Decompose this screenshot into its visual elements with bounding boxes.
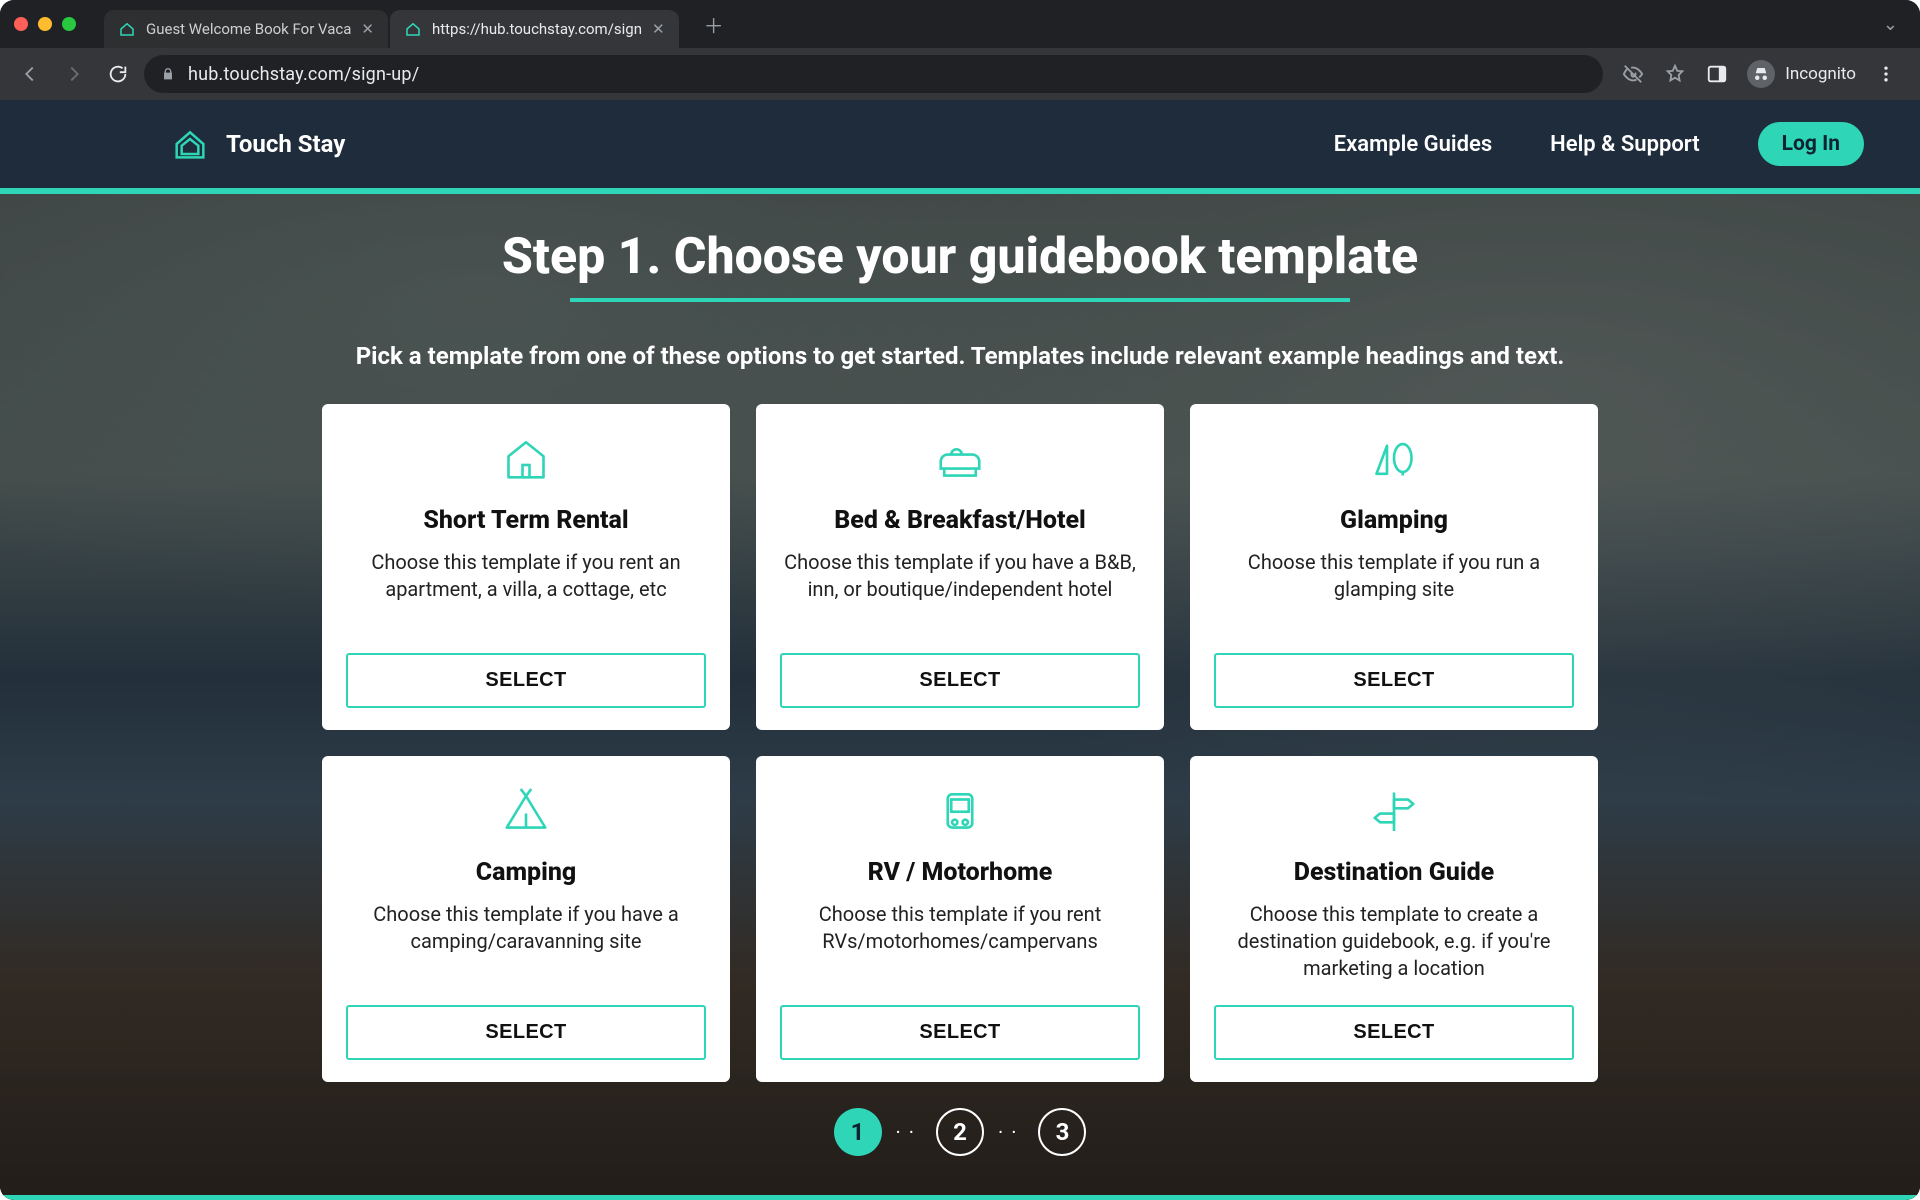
incognito-chip[interactable]: Incognito — [1747, 60, 1856, 88]
select-button[interactable]: SELECT — [780, 653, 1140, 708]
close-window-button[interactable] — [14, 17, 28, 31]
step-indicator: 1 ·· 2 ·· 3 — [834, 1108, 1087, 1156]
tab-strip: Guest Welcome Book For Vaca ✕ https://hu… — [0, 0, 1920, 48]
url-text: hub.touchstay.com/sign-up/ — [188, 64, 419, 85]
tab-signup[interactable]: https://hub.touchstay.com/sign ✕ — [390, 10, 679, 48]
title-underline — [570, 298, 1350, 302]
glamping-icon — [1362, 426, 1426, 490]
site-header: Touch Stay Example Guides Help & Support… — [0, 100, 1920, 188]
template-card-bnb-hotel: Bed & Breakfast/Hotel Choose this templa… — [756, 404, 1164, 730]
card-title: Destination Guide — [1294, 858, 1494, 887]
template-card-destination-guide: Destination Guide Choose this template t… — [1190, 756, 1598, 1082]
toolbar-right: Incognito — [1611, 60, 1908, 88]
template-card-camping: Camping Choose this template if you have… — [322, 756, 730, 1082]
address-bar[interactable]: hub.touchstay.com/sign-up/ — [144, 55, 1603, 93]
select-button[interactable]: SELECT — [780, 1005, 1140, 1060]
page-title: Step 1. Choose your guidebook template — [502, 228, 1418, 286]
back-button[interactable] — [12, 56, 48, 92]
select-button[interactable]: SELECT — [346, 653, 706, 708]
page-subtitle: Pick a template from one of these option… — [356, 342, 1565, 370]
step-dots: ·· — [896, 1120, 922, 1144]
browser-window: Guest Welcome Book For Vaca ✕ https://hu… — [0, 0, 1920, 1200]
card-title: RV / Motorhome — [868, 858, 1053, 887]
favicon-touchstay-icon — [404, 20, 422, 38]
template-card-glamping: Glamping Choose this template if you run… — [1190, 404, 1598, 730]
tab-title: Guest Welcome Book For Vaca — [146, 20, 351, 38]
header-nav: Example Guides Help & Support Log In — [1334, 122, 1864, 166]
select-button[interactable]: SELECT — [1214, 1005, 1574, 1060]
brand-logo-icon — [170, 124, 210, 164]
template-cards: Short Term Rental Choose this template i… — [322, 404, 1598, 1082]
step-3[interactable]: 3 — [1038, 1108, 1086, 1156]
tabs: Guest Welcome Book For Vaca ✕ https://hu… — [104, 0, 681, 48]
close-tab-icon[interactable]: ✕ — [652, 20, 665, 38]
house-icon — [494, 426, 558, 490]
fullscreen-window-button[interactable] — [62, 17, 76, 31]
card-desc: Choose this template if you rent RVs/mot… — [780, 901, 1140, 955]
incognito-icon — [1747, 60, 1775, 88]
card-title: Camping — [476, 858, 577, 887]
nav-example-guides[interactable]: Example Guides — [1334, 132, 1492, 157]
step-2[interactable]: 2 — [936, 1108, 984, 1156]
template-card-short-term-rental: Short Term Rental Choose this template i… — [322, 404, 730, 730]
new-tab-button[interactable]: ＋ — [699, 9, 729, 39]
card-title: Glamping — [1340, 506, 1448, 535]
minimize-window-button[interactable] — [38, 17, 52, 31]
nav-help-support[interactable]: Help & Support — [1550, 132, 1699, 157]
select-button[interactable]: SELECT — [1214, 653, 1574, 708]
card-desc: Choose this template if you have a B&B, … — [780, 549, 1140, 603]
hero: Step 1. Choose your guidebook template P… — [0, 194, 1920, 1200]
reload-button[interactable] — [100, 56, 136, 92]
panel-icon[interactable] — [1705, 62, 1729, 86]
card-desc: Choose this template if you rent an apar… — [346, 549, 706, 603]
star-icon[interactable] — [1663, 62, 1687, 86]
template-card-rv-motorhome: RV / Motorhome Choose this template if y… — [756, 756, 1164, 1082]
card-desc: Choose this template if you have a campi… — [346, 901, 706, 955]
hero-content: Step 1. Choose your guidebook template P… — [0, 194, 1920, 1176]
forward-button[interactable] — [56, 56, 92, 92]
brand[interactable]: Touch Stay — [170, 124, 345, 164]
step-dots: ·· — [998, 1120, 1024, 1144]
select-button[interactable]: SELECT — [346, 1005, 706, 1060]
tab-title: https://hub.touchstay.com/sign — [432, 20, 642, 38]
card-title: Short Term Rental — [423, 506, 628, 535]
browser-toolbar: hub.touchstay.com/sign-up/ Incognito — [0, 48, 1920, 100]
page-viewport: Touch Stay Example Guides Help & Support… — [0, 100, 1920, 1200]
card-title: Bed & Breakfast/Hotel — [834, 506, 1086, 535]
favicon-touchstay-icon — [118, 20, 136, 38]
eye-off-icon[interactable] — [1621, 62, 1645, 86]
login-button[interactable]: Log In — [1758, 122, 1864, 166]
tab-guest-welcome[interactable]: Guest Welcome Book For Vaca ✕ — [104, 10, 388, 48]
card-desc: Choose this template to create a destina… — [1214, 901, 1574, 982]
window-controls — [14, 17, 76, 31]
accent-strip-bottom — [0, 1195, 1920, 1200]
brand-name: Touch Stay — [226, 130, 345, 158]
bus-icon — [928, 778, 992, 842]
card-desc: Choose this template if you run a glampi… — [1214, 549, 1574, 603]
signpost-icon — [1362, 778, 1426, 842]
step-1[interactable]: 1 — [834, 1108, 882, 1156]
lock-icon — [160, 66, 176, 82]
incognito-label: Incognito — [1785, 64, 1856, 84]
kebab-menu-icon[interactable] — [1874, 62, 1898, 86]
bed-icon — [928, 426, 992, 490]
tab-overflow-icon[interactable]: ⌄ — [1883, 14, 1906, 35]
tent-icon — [494, 778, 558, 842]
close-tab-icon[interactable]: ✕ — [361, 20, 374, 38]
